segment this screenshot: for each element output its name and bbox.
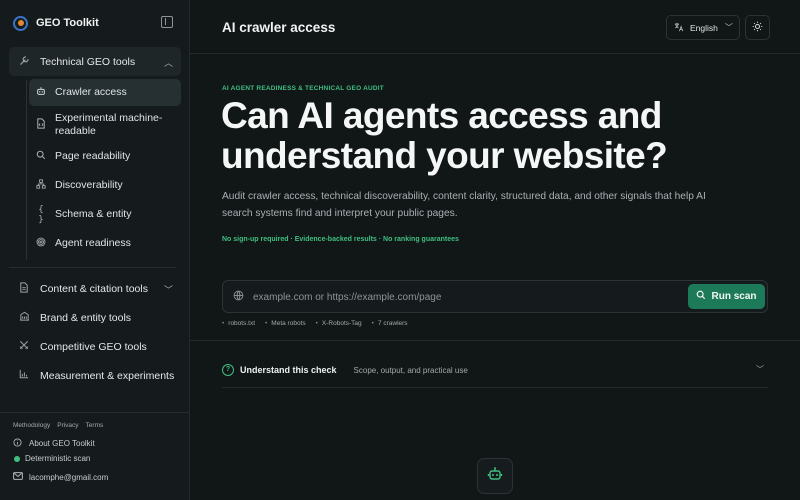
sidebar-item-label: Schema & entity bbox=[55, 208, 132, 220]
help-icon: ? bbox=[222, 364, 234, 376]
sidebar-group-competitive[interactable]: Competitive GEO tools bbox=[9, 332, 181, 361]
theme-toggle[interactable] bbox=[745, 15, 770, 40]
sidebar-item-agent-readiness[interactable]: Agent readiness bbox=[29, 231, 181, 256]
url-input[interactable] bbox=[253, 286, 673, 308]
top-bar: AI crawler access English ﹀ bbox=[190, 0, 800, 54]
sidebar-group-label: Content & citation tools bbox=[40, 282, 148, 295]
methodology-link[interactable]: Methodology bbox=[13, 422, 50, 429]
sidebar-item-label: Page readability bbox=[55, 150, 131, 162]
sidebar-group-technical[interactable]: Technical GEO tools ︿ bbox=[9, 47, 181, 76]
chip: 7 crawlers bbox=[372, 320, 408, 327]
terms-link[interactable]: Terms bbox=[86, 422, 104, 429]
sidebar-group-label: Competitive GEO tools bbox=[40, 340, 147, 353]
chip: robots.txt bbox=[222, 320, 255, 327]
hero-description: Audit crawler access, technical discover… bbox=[222, 191, 706, 219]
robot-icon bbox=[34, 86, 48, 99]
accordion-title: Understand this check bbox=[240, 365, 337, 375]
swords-icon bbox=[14, 340, 34, 353]
sidebar-collapse-icon[interactable] bbox=[161, 16, 173, 28]
sidebar-item-machine-readable[interactable]: Experimental machine-readable bbox=[29, 109, 181, 141]
fingerprint-icon bbox=[34, 237, 48, 250]
language-selector[interactable]: English ﹀ bbox=[666, 15, 740, 40]
braces-icon: { } bbox=[38, 204, 44, 225]
sidebar-divider bbox=[9, 267, 176, 268]
chip: X-Robots-Tag bbox=[316, 320, 362, 327]
scan-status: Deterministic scan bbox=[13, 454, 90, 463]
page-title: AI crawler access bbox=[222, 20, 336, 35]
status-dot-icon bbox=[14, 455, 20, 462]
footer-links: Methodology Privacy Terms bbox=[13, 422, 103, 429]
scan-status-label: Deterministic scan bbox=[25, 454, 91, 463]
scan-form: Run scan bbox=[222, 280, 768, 313]
submenu-guide-line bbox=[26, 80, 27, 260]
email-label: lacomphe@gmail.com bbox=[29, 472, 109, 482]
sidebar: GEO Toolkit Technical GEO tools ︿ Crawle… bbox=[0, 0, 190, 500]
run-scan-label: Run scan bbox=[711, 291, 757, 302]
sidebar-item-schema-entity[interactable]: { } Schema & entity bbox=[29, 202, 181, 227]
sun-icon bbox=[752, 21, 763, 35]
sidebar-group-label: Technical GEO tools bbox=[40, 55, 136, 68]
sidebar-footer-divider bbox=[0, 412, 190, 413]
sidebar-item-crawler-access[interactable]: Crawler access bbox=[29, 79, 181, 106]
sidebar-group-label: Brand & entity tools bbox=[40, 311, 132, 324]
chevron-down-icon: ﹀ bbox=[756, 365, 764, 374]
search-icon bbox=[34, 150, 48, 163]
chevron-down-icon: ﹀ bbox=[163, 285, 173, 295]
sidebar-item-discoverability[interactable]: Discoverability bbox=[29, 173, 181, 198]
user-email[interactable]: lacomphe@gmail.com bbox=[13, 472, 108, 482]
chevron-down-icon: ﹀ bbox=[724, 23, 733, 32]
section-divider bbox=[190, 340, 800, 341]
chevron-up-icon: ︿ bbox=[163, 58, 173, 68]
sidebar-item-label: Agent readiness bbox=[55, 237, 131, 249]
globe-icon bbox=[233, 290, 244, 304]
sidebar-item-label: Discoverability bbox=[55, 179, 123, 191]
bar-chart-icon bbox=[14, 369, 34, 382]
search-icon bbox=[696, 290, 706, 303]
sidebar-group-measurement[interactable]: Measurement & experiments bbox=[9, 361, 181, 390]
eyebrow-label: AI AGENT READINESS & TECHNICAL GEO AUDIT bbox=[222, 85, 384, 92]
logo-icon bbox=[13, 15, 28, 31]
hero-headline: Can AI agents access and understand your… bbox=[221, 95, 668, 176]
understand-accordion[interactable]: ? Understand this check Scope, output, a… bbox=[222, 360, 768, 380]
run-scan-button[interactable]: Run scan bbox=[688, 284, 765, 309]
network-icon bbox=[34, 179, 48, 192]
brand[interactable]: GEO Toolkit bbox=[13, 14, 99, 32]
translate-icon bbox=[674, 22, 686, 34]
building-icon bbox=[14, 311, 34, 324]
document-icon bbox=[14, 281, 34, 296]
hero-tagline: No sign-up required · Evidence-backed re… bbox=[222, 236, 459, 243]
chip: Meta robots bbox=[265, 320, 305, 327]
sidebar-item-label: Experimental machine-readable bbox=[55, 112, 163, 137]
check-chips: robots.txt Meta robots X-Robots-Tag 7 cr… bbox=[222, 320, 408, 327]
accordion-divider bbox=[222, 387, 768, 388]
accordion-description: Scope, output, and practical use bbox=[353, 365, 468, 375]
privacy-link[interactable]: Privacy bbox=[57, 422, 78, 429]
robot-icon bbox=[487, 466, 503, 487]
sidebar-group-label: Measurement & experiments bbox=[40, 369, 175, 382]
brand-name: GEO Toolkit bbox=[36, 17, 99, 29]
sidebar-group-content-citation[interactable]: Content & citation tools ﹀ bbox=[9, 274, 181, 303]
sidebar-item-label: Crawler access bbox=[55, 86, 127, 98]
mail-icon bbox=[13, 472, 24, 482]
about-label: About GEO Toolkit bbox=[29, 439, 95, 448]
info-icon bbox=[13, 438, 24, 449]
language-label: English bbox=[690, 22, 718, 33]
wrench-icon bbox=[14, 55, 34, 69]
sidebar-group-brand-entity[interactable]: Brand & entity tools bbox=[9, 303, 181, 332]
assistant-bot-button[interactable] bbox=[477, 458, 513, 494]
about-link[interactable]: About GEO Toolkit bbox=[13, 438, 95, 449]
file-code-icon bbox=[34, 118, 48, 132]
sidebar-item-page-readability[interactable]: Page readability bbox=[29, 144, 181, 169]
